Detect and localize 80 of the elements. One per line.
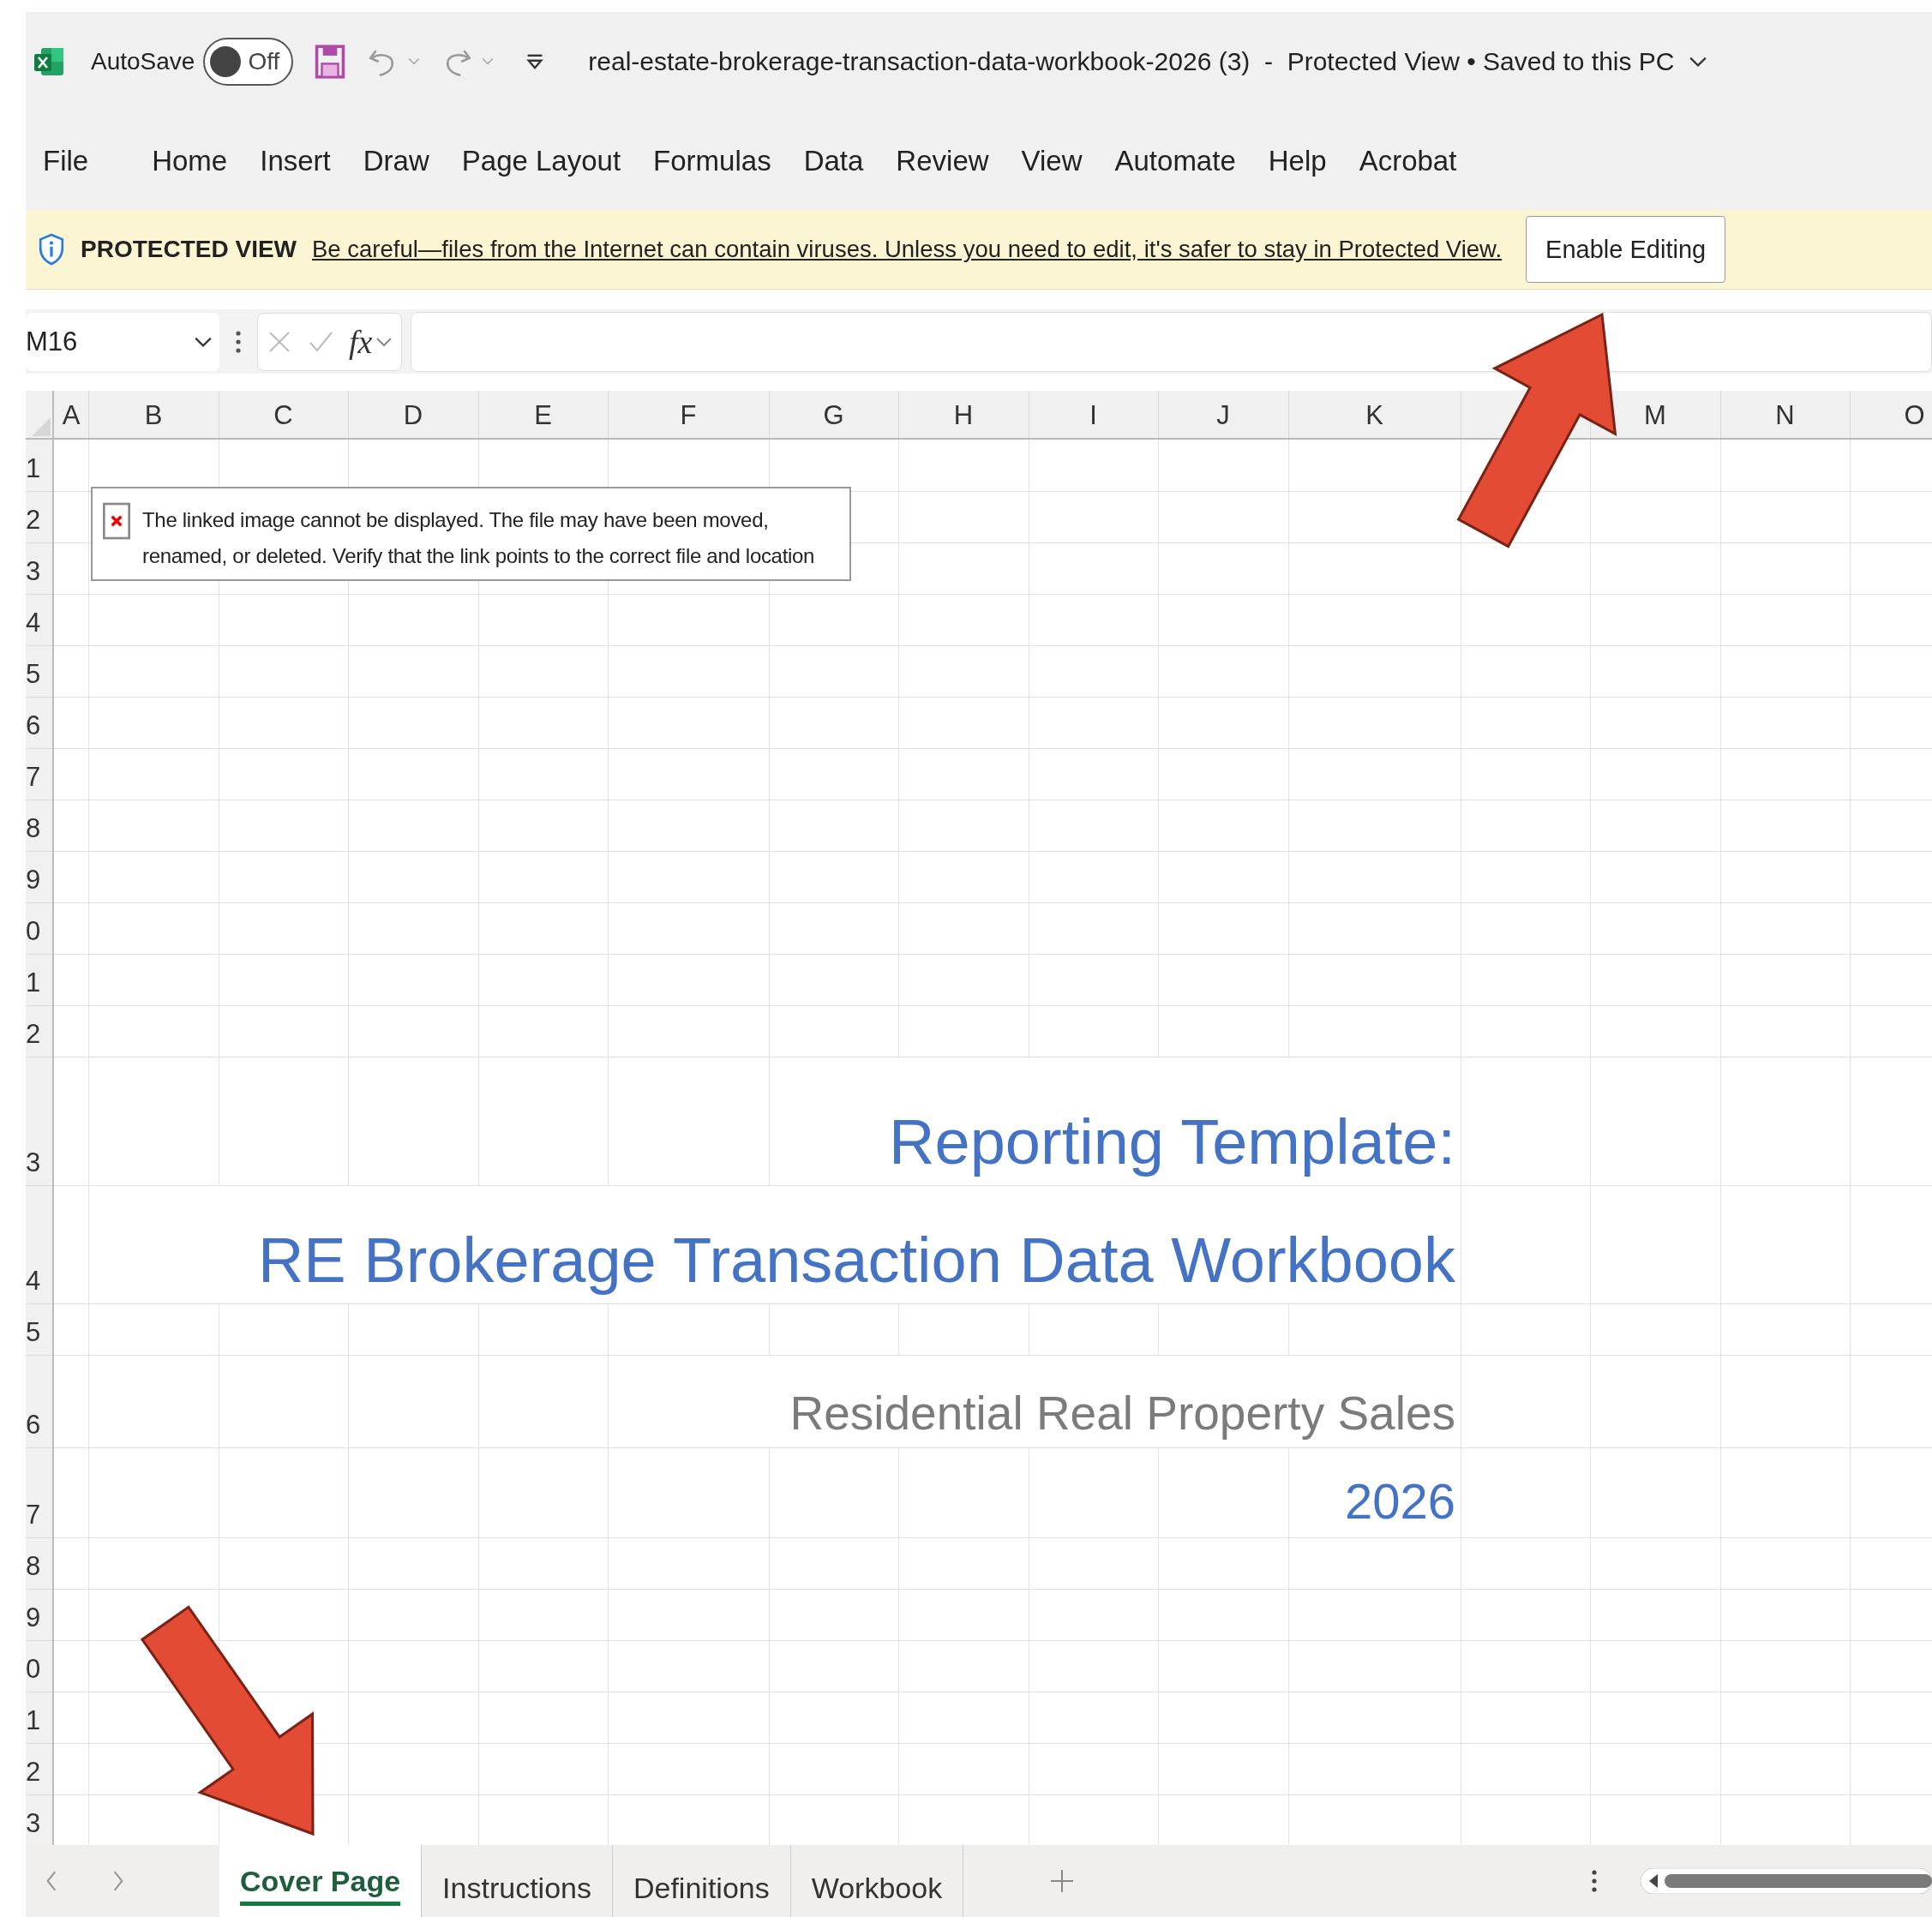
- shield-info-icon: [38, 232, 65, 267]
- ribbon-tab[interactable]: Help: [1257, 139, 1337, 183]
- column-header[interactable]: D: [403, 399, 423, 431]
- row-header[interactable]: 5: [26, 1317, 41, 1348]
- more-options-icon[interactable]: [1591, 1868, 1598, 1894]
- enable-editing-button[interactable]: Enable Editing: [1526, 216, 1726, 283]
- broken-image-icon: [103, 502, 130, 540]
- row-header[interactable]: 9: [26, 865, 41, 896]
- horizontal-scrollbar[interactable]: [1641, 1868, 1932, 1894]
- row-header[interactable]: 5: [26, 659, 41, 690]
- column-header[interactable]: C: [273, 399, 293, 431]
- row-header[interactable]: 2: [26, 1757, 41, 1788]
- row-header[interactable]: 3: [26, 556, 41, 587]
- ribbon-tab[interactable]: Formulas: [643, 139, 782, 183]
- column-header[interactable]: E: [534, 399, 552, 431]
- ribbon-tab[interactable]: Review: [885, 139, 999, 183]
- more-options-icon[interactable]: [235, 328, 242, 355]
- column-header[interactable]: G: [823, 399, 844, 431]
- caret-icon[interactable]: [482, 57, 495, 66]
- formula-input[interactable]: [411, 311, 1932, 372]
- row-header[interactable]: 8: [26, 1551, 41, 1582]
- name-box[interactable]: M16: [26, 312, 219, 371]
- ribbon-tab[interactable]: Page Layout: [451, 139, 632, 183]
- row-header[interactable]: 9: [26, 1602, 41, 1633]
- ribbon-tab[interactable]: File: [33, 139, 99, 183]
- row-header[interactable]: 4: [26, 608, 41, 638]
- autosave-toggle[interactable]: Off: [203, 38, 294, 86]
- row-header[interactable]: 4: [26, 1266, 41, 1297]
- row-header[interactable]: 6: [26, 710, 41, 741]
- sheet-tab[interactable]: Definitions: [612, 1845, 791, 1917]
- column-header[interactable]: N: [1775, 399, 1795, 431]
- row-header[interactable]: 2: [26, 505, 41, 536]
- row-header[interactable]: 3: [26, 1147, 41, 1178]
- row-header[interactable]: 7: [26, 1500, 41, 1531]
- autosave-label: AutoSave: [91, 48, 195, 75]
- ribbon-tab[interactable]: Data: [793, 139, 874, 183]
- cover-subtitle: Residential Real Property Sales: [789, 1386, 1455, 1441]
- chevron-right-icon[interactable]: [111, 1870, 125, 1892]
- save-icon[interactable]: [314, 43, 347, 81]
- broken-image-message: The linked image cannot be displayed. The file may have been moved, renamed, or deleted. Verify that the link points to the correct file and location: [142, 507, 816, 569]
- chevron-left-icon[interactable]: [45, 1870, 58, 1892]
- cover-title: RE Brokerage Transaction Data Workbook: [257, 1223, 1455, 1297]
- row-header[interactable]: 7: [26, 762, 41, 793]
- row-header[interactable]: 1: [26, 1705, 41, 1736]
- protected-view-label: PROTECTED VIEW: [81, 236, 297, 263]
- chevron-down-icon[interactable]: [1688, 56, 1707, 68]
- row-header[interactable]: 1: [26, 453, 41, 484]
- caret-icon[interactable]: [408, 57, 421, 66]
- ribbon-tab[interactable]: Draw: [352, 139, 440, 183]
- add-sheet-icon[interactable]: [1049, 1868, 1076, 1894]
- protected-view-link[interactable]: Be careful—files from the Internet can contain viruses. Unless you need to edit, it's safer to stay in Protected View.: [312, 236, 1503, 263]
- column-header[interactable]: F: [680, 399, 697, 431]
- row-header[interactable]: 0: [26, 1654, 41, 1685]
- row-header[interactable]: 2: [26, 1019, 41, 1050]
- column-header[interactable]: B: [144, 399, 163, 431]
- cover-year: 2026: [1344, 1473, 1455, 1531]
- insert-function-button[interactable]: fx: [349, 322, 373, 361]
- document-title: real-estate-brokerage-transaction-data-workbook-2026 (3) - Protected View • Saved to this PC: [588, 47, 1675, 76]
- row-header[interactable]: 0: [26, 916, 41, 947]
- chevron-down-icon[interactable]: [194, 335, 213, 348]
- row-header[interactable]: 8: [26, 813, 41, 844]
- sheet-tab[interactable]: Instructions: [422, 1845, 613, 1917]
- ribbon-tab[interactable]: Insert: [249, 139, 341, 183]
- row-header[interactable]: 6: [26, 1410, 41, 1441]
- cover-title: Reporting Template:: [889, 1105, 1455, 1178]
- column-header[interactable]: H: [953, 399, 974, 431]
- column-header[interactable]: K: [1365, 399, 1383, 431]
- ribbon-tab[interactable]: View: [1011, 139, 1093, 183]
- column-header[interactable]: M: [1644, 399, 1666, 431]
- ribbon-tab[interactable]: Home: [141, 139, 238, 183]
- sheet-tab[interactable]: Cover Page: [219, 1845, 423, 1917]
- column-header[interactable]: O: [1904, 399, 1925, 431]
- ribbon-tab[interactable]: Automate: [1104, 139, 1246, 183]
- column-header[interactable]: J: [1216, 399, 1230, 431]
- row-header[interactable]: 1: [26, 967, 41, 998]
- row-header[interactable]: 3: [26, 1808, 41, 1839]
- ribbon-tab[interactable]: Acrobat: [1348, 139, 1467, 183]
- column-header[interactable]: A: [62, 399, 81, 431]
- sheet-tab[interactable]: Workbook: [790, 1845, 964, 1917]
- column-header[interactable]: I: [1089, 399, 1097, 431]
